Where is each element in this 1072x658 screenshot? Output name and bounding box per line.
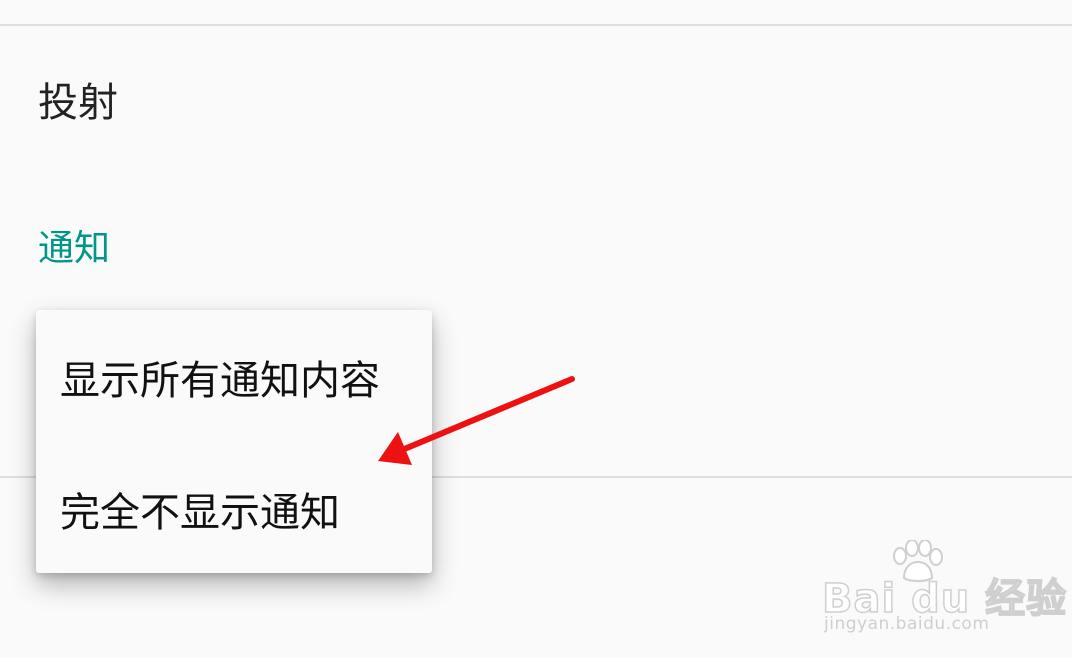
paw-icon [893, 540, 943, 582]
notifications-category-header: 通知 [38, 228, 111, 269]
watermark-url: jingyan.baidu.com [824, 614, 990, 634]
cast-preference[interactable]: 投射 [38, 76, 118, 130]
menu-item-show-all-content[interactable]: 显示所有通知内容 [36, 322, 432, 432]
menu-item-hide-notifications[interactable]: 完全不显示通知 [36, 454, 432, 564]
watermark-brand: Bai du 经验 [821, 575, 1068, 623]
top-divider [0, 24, 1072, 26]
notification-options-popup: 显示所有通知内容 完全不显示通知 [36, 310, 432, 573]
baidu-jingyan-watermark: Bai du 经验 jingyan.baidu.com [818, 540, 1067, 640]
